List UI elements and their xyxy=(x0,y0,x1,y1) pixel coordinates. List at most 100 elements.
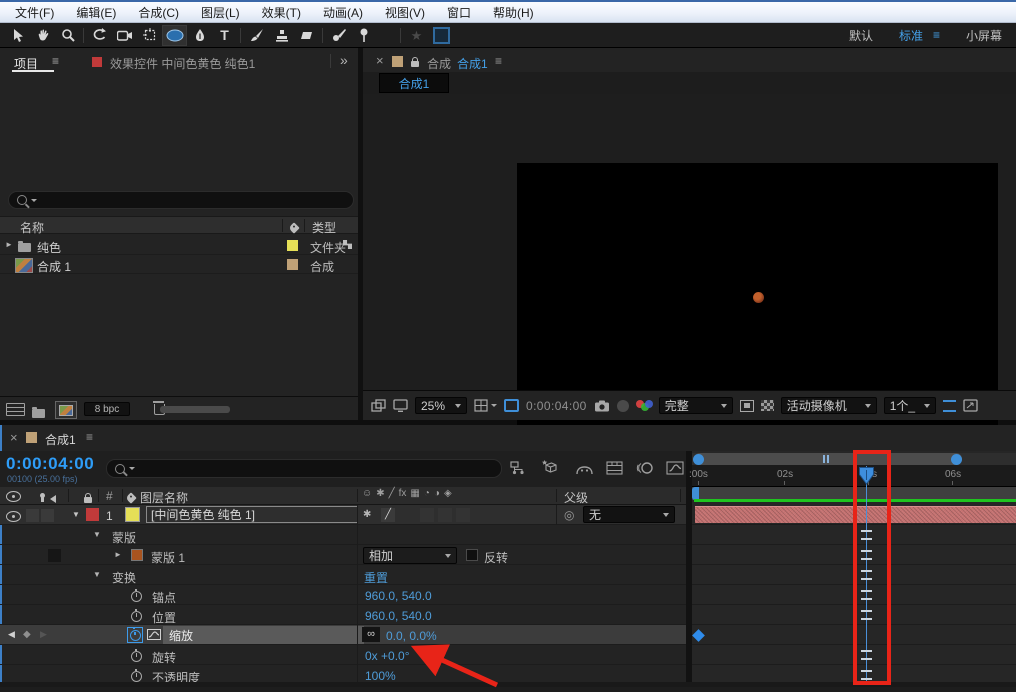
3d-layer-switch-icon[interactable]: ◈ xyxy=(444,489,452,499)
panel-menu-icon[interactable]: ≡ xyxy=(86,431,93,443)
parent-pick-whip-icon[interactable]: ◎ xyxy=(564,509,574,521)
layer-row[interactable]: ▼ 1 [中间色黄色 纯色 1] ✱ ╱ ◎ 无 xyxy=(0,505,692,525)
index-column-header[interactable]: # xyxy=(106,490,113,502)
layer-name-box[interactable]: [中间色黄色 纯色 1] xyxy=(146,506,358,523)
switch-well[interactable] xyxy=(420,508,434,522)
show-snapshot-icon[interactable] xyxy=(617,400,629,412)
graph-icon[interactable] xyxy=(147,629,161,640)
collapse-switch-icon[interactable]: ✱ xyxy=(376,489,384,499)
interpret-footage-icon[interactable] xyxy=(6,403,25,416)
shy-switch-icon[interactable]: ☺ xyxy=(362,489,372,499)
menu-item-view[interactable]: 视图(V) xyxy=(374,4,436,21)
stopwatch-box[interactable] xyxy=(127,627,143,643)
panel-menu-icon[interactable]: ≡ xyxy=(495,55,502,67)
parent-column-header[interactable]: 父级 xyxy=(564,489,588,506)
current-timecode[interactable]: 0:00:04:00 xyxy=(6,454,94,474)
parent-select[interactable]: 无 xyxy=(583,506,675,523)
project-search-input[interactable] xyxy=(8,191,354,209)
menu-item-help[interactable]: 帮助(H) xyxy=(482,4,545,21)
viewer-stage[interactable] xyxy=(363,94,1016,390)
solo-column-icon[interactable] xyxy=(40,493,45,498)
mask-color-swatch[interactable] xyxy=(131,549,143,561)
solid-color-swatch[interactable] xyxy=(125,507,140,522)
layer-visibility-icon[interactable] xyxy=(6,511,21,522)
grid-guides-icon[interactable] xyxy=(474,399,497,412)
tag-column-icon[interactable] xyxy=(288,222,299,233)
brush-tool-icon[interactable] xyxy=(244,25,269,46)
primary-viewer-icon[interactable] xyxy=(393,399,408,412)
expand-icon[interactable]: ► xyxy=(5,241,13,249)
layer-dot[interactable] xyxy=(753,292,764,303)
workspace-grid-icon[interactable] xyxy=(429,25,454,46)
camera-view-select[interactable]: 活动摄像机 xyxy=(781,397,877,414)
masks-group-row[interactable]: ▼ 蒙版 xyxy=(0,525,692,545)
bit-depth-button[interactable]: 8 bpc xyxy=(84,402,130,416)
mask-invert-checkbox[interactable] xyxy=(466,549,478,561)
audio-well[interactable] xyxy=(26,509,39,522)
lock-icon[interactable] xyxy=(411,61,419,67)
project-h-scrollbar[interactable] xyxy=(160,406,230,413)
layer-label-swatch[interactable] xyxy=(86,508,99,521)
property-value[interactable]: 100% xyxy=(365,669,396,683)
motion-blur-icon[interactable] xyxy=(636,461,653,475)
project-row-solids[interactable]: ► 纯色 文件夹 xyxy=(0,236,358,255)
video-column-icon[interactable] xyxy=(6,491,21,502)
always-preview-icon[interactable] xyxy=(371,399,386,412)
workspace-star-icon[interactable]: ★ xyxy=(404,25,429,46)
viewer-timecode[interactable]: 0:00:04:00 xyxy=(526,399,587,413)
position-row[interactable]: 位置 960.0, 540.0 xyxy=(0,605,692,625)
property-value[interactable]: 0x +0.0° xyxy=(365,649,410,663)
stopwatch-icon[interactable] xyxy=(131,611,142,622)
group-expander-icon[interactable]: ▼ xyxy=(93,571,101,579)
scale-row[interactable]: ◀ ◆ ▶ 缩放 ∞ 0.0, 0.0% xyxy=(0,625,692,645)
stopwatch-icon[interactable] xyxy=(131,671,142,682)
shape-tool-icon[interactable] xyxy=(162,25,187,46)
menu-item-composition[interactable]: 合成(C) xyxy=(127,4,190,21)
menu-item-window[interactable]: 窗口 xyxy=(436,4,482,21)
property-label[interactable]: 旋转 xyxy=(152,649,176,666)
label-swatch[interactable] xyxy=(287,240,298,251)
property-value[interactable]: 960.0, 540.0 xyxy=(365,589,432,603)
magnification-select[interactable]: 25% xyxy=(415,397,467,414)
type-tool-icon[interactable]: T xyxy=(212,25,237,46)
anchor-point-row[interactable]: 锚点 960.0, 540.0 xyxy=(0,585,692,605)
quality-switch-icon[interactable]: ╱ xyxy=(389,489,395,499)
layer-duration-bar[interactable] xyxy=(695,506,1016,523)
scale-label-cell[interactable]: 缩放 xyxy=(163,626,364,644)
close-icon[interactable]: × xyxy=(10,431,18,444)
puppet-pin-tool-icon[interactable] xyxy=(351,25,376,46)
fx-switch-icon[interactable]: fx xyxy=(399,489,407,499)
hide-shy-layers-icon[interactable] xyxy=(576,463,593,475)
share-view-icon[interactable] xyxy=(943,400,956,412)
transform-reset-link[interactable]: 重置 xyxy=(364,569,388,586)
workspace-default-button[interactable]: 默认 xyxy=(849,27,873,44)
project-row-comp[interactable]: 合成 1 合成 xyxy=(0,255,358,274)
property-value[interactable]: 0.0, 0.0% xyxy=(386,629,437,643)
eraser-tool-icon[interactable] xyxy=(294,25,319,46)
link-dimensions-well[interactable]: ∞ xyxy=(362,627,380,642)
graph-rows[interactable] xyxy=(692,505,1016,687)
time-navigator-bar[interactable] xyxy=(694,453,962,465)
switch-well[interactable] xyxy=(438,508,452,522)
mask-expander-icon[interactable]: ► xyxy=(114,551,122,559)
new-composition-icon[interactable] xyxy=(55,401,77,419)
workspace-standard-button[interactable]: 标准 xyxy=(899,27,923,44)
show-channels-icon[interactable] xyxy=(636,399,652,412)
solo-well[interactable] xyxy=(41,509,54,522)
camera-tool-icon[interactable] xyxy=(112,25,137,46)
close-icon[interactable]: × xyxy=(376,54,384,67)
type-column-header[interactable]: 类型 xyxy=(312,219,336,236)
timeline-tab[interactable]: 合成1 xyxy=(45,431,76,448)
adjustment-layer-switch-icon[interactable]: ◑ xyxy=(434,489,440,499)
motion-blur-switch-icon[interactable]: ◔ xyxy=(424,489,430,499)
keyframe-toggle-icon[interactable]: ◆ xyxy=(23,630,31,640)
menu-item-file[interactable]: 文件(F) xyxy=(4,4,65,21)
name-column-header[interactable]: 名称 xyxy=(20,219,44,236)
quality-switch-well[interactable]: ╱ xyxy=(381,508,395,522)
menu-item-edit[interactable]: 编辑(E) xyxy=(65,4,127,21)
label-column-icon[interactable] xyxy=(125,492,136,503)
comp-tab[interactable]: 合成1 xyxy=(379,73,449,93)
mask-row[interactable]: ► 蒙版 1 相加 反转 xyxy=(0,545,692,565)
resolution-select[interactable]: 完整 xyxy=(659,397,733,414)
timeline-search-input[interactable] xyxy=(106,459,502,478)
